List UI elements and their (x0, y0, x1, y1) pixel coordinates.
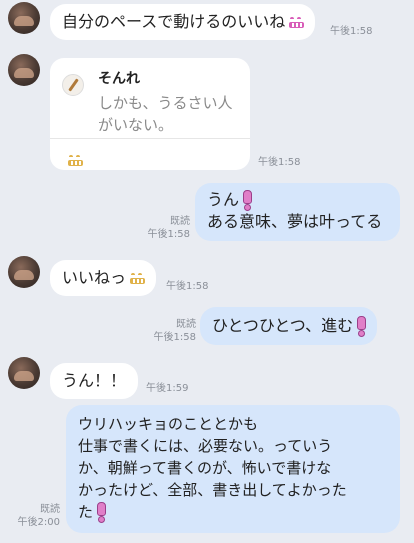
reply-card[interactable]: そんれ しかも、うるさい人 がいない。 (50, 58, 250, 170)
message-text: うん (207, 190, 240, 209)
grinning-face-icon (68, 155, 83, 166)
read-receipt: 既読 (40, 504, 60, 515)
grinning-face-icon (289, 17, 305, 28)
timestamp: 午後1:58 (166, 281, 209, 292)
quoted-text-line: がいない。 (98, 116, 174, 134)
message-text: か、朝鮮って書くのが、怖いで書けな (78, 459, 332, 477)
timestamp: 午後2:00 (17, 517, 60, 528)
quoted-text-line: しかも、うるさい人 (98, 94, 233, 112)
message-bubble[interactable]: ウリハッキョのこととかも 仕事で書くには、必要ない。っていう か、朝鮮って書くの… (66, 405, 400, 533)
message-bubble[interactable]: 自分のペースで動けるのいいね (50, 4, 316, 40)
avatar[interactable] (8, 54, 40, 86)
message-bubble[interactable]: うん！！ (50, 363, 139, 399)
grinning-face-icon (130, 273, 146, 284)
message-bubble[interactable]: うん ある意味、夢は叶ってる (195, 183, 400, 241)
message-text: 自分のペースで動けるのいいね (62, 12, 286, 31)
message-text: 仕事で書くには、必要ない。っていう (78, 437, 333, 455)
divider (50, 138, 250, 139)
message-text: た (78, 503, 94, 521)
read-receipt: 既読 (170, 216, 190, 227)
message-text: いいねっ (62, 268, 127, 287)
message-text: ひとつひとつ、進む (212, 316, 354, 335)
exclamation-icon (355, 316, 367, 337)
avatar[interactable] (8, 357, 40, 389)
message-text: うん！！ (62, 371, 127, 390)
read-receipt: 既読 (176, 319, 196, 330)
timestamp: 午後1:59 (146, 383, 189, 394)
timestamp: 午後1:58 (258, 157, 301, 168)
message-bubble[interactable]: ひとつひとつ、進む (200, 307, 378, 345)
exclamation-icon (241, 190, 253, 211)
message-text: かったけど、全部、書き出してよかった (78, 481, 347, 499)
avatar[interactable] (8, 256, 40, 288)
avatar[interactable] (8, 2, 40, 34)
quoted-author: そんれ (98, 71, 140, 87)
message-bubble[interactable]: いいねっ (50, 260, 157, 296)
timestamp: 午後1:58 (147, 229, 190, 240)
message-text: ある意味、夢は叶ってる (207, 212, 383, 231)
timestamp: 午後1:58 (153, 332, 196, 343)
exclamation-icon (95, 502, 107, 523)
message-text: ウリハッキョのこととかも (78, 415, 259, 433)
pencil-avatar-icon (62, 74, 84, 96)
timestamp: 午後1:58 (330, 26, 373, 37)
